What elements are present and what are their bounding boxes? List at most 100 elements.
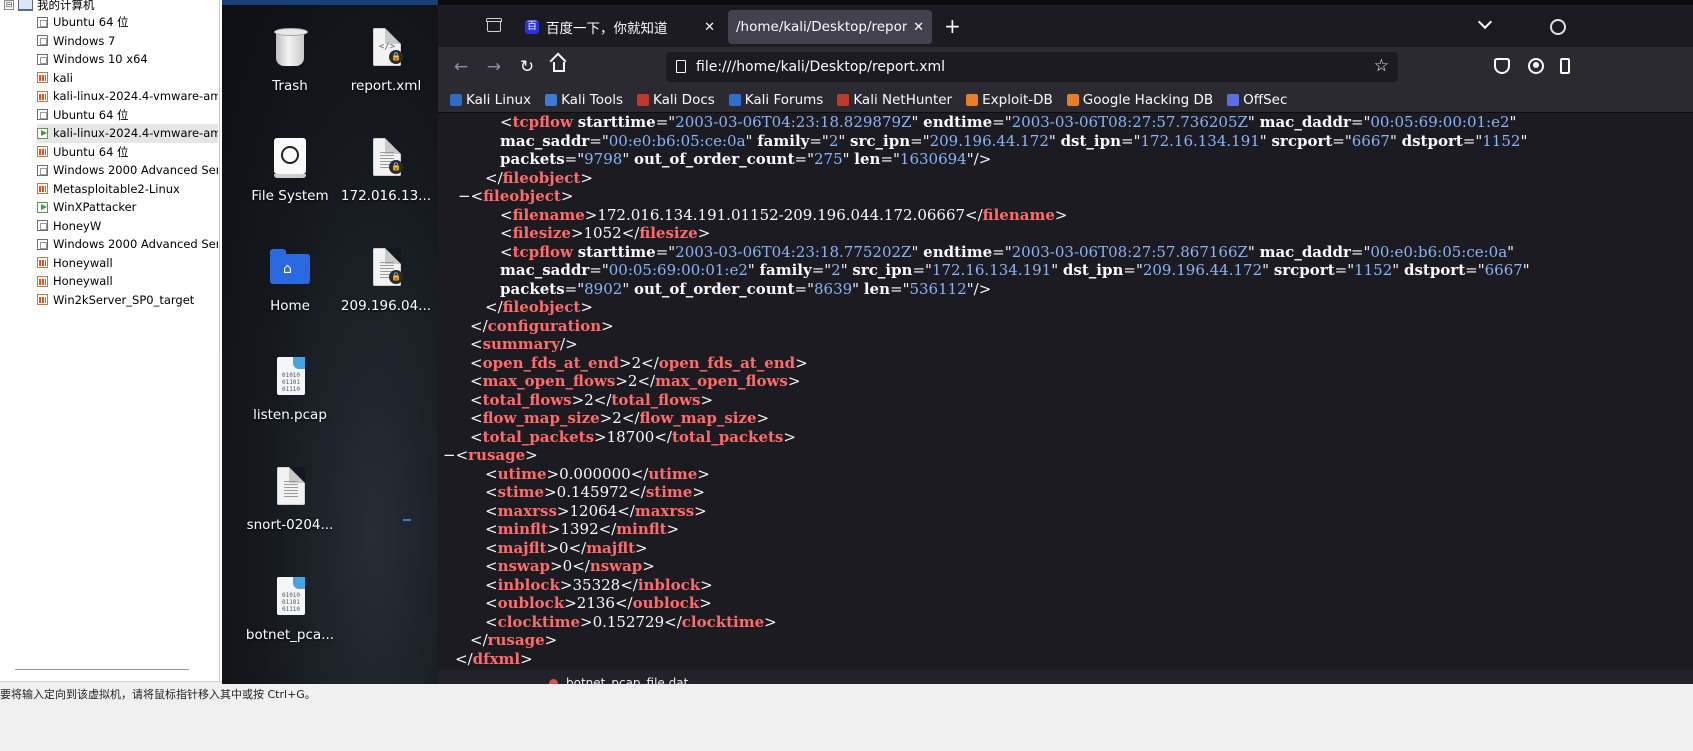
xml-attr-value: 2003-03-06T04:23:18.829879Z bbox=[675, 113, 912, 131]
xml-punctuation: =" bbox=[1123, 261, 1143, 279]
xml-line: <utime>0.000000</utime> bbox=[438, 465, 1693, 484]
page-icon bbox=[676, 60, 686, 73]
xml-punctuation: " bbox=[911, 113, 924, 131]
xml-punctuation: " bbox=[747, 261, 760, 279]
bookmark-item[interactable]: Kali Linux bbox=[450, 92, 531, 108]
horizontal-scrollbar[interactable] bbox=[15, 669, 189, 670]
xml-punctuation: =" bbox=[589, 261, 609, 279]
firefox-view-icon[interactable] bbox=[486, 18, 502, 32]
desktop-icon-snort-log[interactable]: snort-0204... bbox=[242, 465, 338, 533]
vm-list-item[interactable]: HoneyW bbox=[37, 217, 218, 236]
vm-list-item[interactable]: Metasploitable2-Linux bbox=[37, 180, 218, 199]
taskbar-peek: botnet_pcap_file.dat bbox=[549, 676, 688, 684]
xml-attr-value: 172.16.134.191 bbox=[931, 261, 1052, 279]
xml-punctuation: </ bbox=[485, 168, 503, 187]
vm-list-item[interactable]: Windows 2000 Advanced Serv bbox=[37, 161, 218, 180]
vm-list-item[interactable]: kali-linux-2024.4-vmware-amd bbox=[37, 87, 218, 106]
bookmark-star-icon[interactable]: ☆ bbox=[1374, 56, 1389, 76]
xml-punctuation: > bbox=[547, 520, 561, 538]
xml-tag-name: nswap bbox=[497, 557, 551, 575]
xml-punctuation: > bbox=[697, 464, 710, 483]
xml-tag-name: nswap bbox=[589, 557, 643, 575]
desktop-icon-listen-pcap[interactable]: 01010 01101 01110 listen.pcap bbox=[242, 355, 338, 423]
xml-punctuation: =" bbox=[1462, 131, 1483, 150]
vm-icon bbox=[37, 16, 48, 28]
list-all-tabs-chevron-icon[interactable] bbox=[1477, 14, 1493, 30]
url-text[interactable]: file:///home/kali/Desktop/report.xml bbox=[696, 59, 945, 75]
xml-punctuation: =" bbox=[1121, 131, 1141, 150]
xml-attr-name: len bbox=[854, 150, 881, 168]
desktop-icon-flow-file-2[interactable]: 🔒 209.196.04... bbox=[338, 246, 434, 314]
xml-text: 0.000000 bbox=[559, 464, 631, 483]
xml-text: 2 bbox=[631, 353, 642, 372]
vm-list-item[interactable]: Ubuntu 64 位 bbox=[37, 13, 218, 32]
close-tab-icon[interactable]: ✕ bbox=[704, 20, 715, 35]
xml-punctuation: =" bbox=[992, 113, 1012, 131]
reload-button[interactable]: ↻ bbox=[514, 55, 540, 79]
desktop-icon-trash[interactable]: Trash bbox=[242, 26, 338, 94]
running-vm-icon bbox=[37, 127, 48, 139]
library-root[interactable]: ⊟ 我的计算机 bbox=[4, 0, 95, 13]
vm-list-item[interactable]: kali-linux-2024.4-vmware-amd bbox=[37, 124, 218, 143]
vm-list-item[interactable]: Ubuntu 64 位 bbox=[37, 143, 218, 162]
collapse-node-icon[interactable]: − bbox=[458, 187, 471, 205]
collapse-toggle-icon[interactable]: ⊟ bbox=[4, 0, 14, 10]
home-button[interactable] bbox=[547, 55, 573, 79]
window-control-icon[interactable] bbox=[1550, 19, 1566, 35]
account-icon[interactable] bbox=[1528, 58, 1544, 74]
bookmark-item[interactable]: Exploit-DB bbox=[966, 92, 1053, 108]
vm-list-item[interactable]: Honeywall bbox=[37, 272, 218, 291]
bookmark-item[interactable]: Google Hacking DB bbox=[1066, 92, 1213, 108]
tab-report-xml[interactable]: /home/kali/Desktop/report.xml ✕ bbox=[728, 10, 932, 44]
vm-list-item[interactable]: Windows 2000 Advanced Serv bbox=[37, 235, 218, 254]
xml-punctuation: > bbox=[666, 520, 680, 538]
desktop-icon-home[interactable]: ⌂ Home bbox=[242, 246, 338, 314]
forward-button[interactable]: → bbox=[481, 55, 507, 79]
xml-line: <maxrss>12064</maxrss> bbox=[438, 502, 1693, 521]
xml-punctuation: > bbox=[697, 224, 711, 242]
vm-list-item[interactable]: kali bbox=[37, 69, 218, 88]
vm-list-item[interactable]: Ubuntu 64 位 bbox=[37, 106, 218, 125]
xml-punctuation: < bbox=[500, 224, 513, 242]
pocket-icon[interactable] bbox=[1494, 58, 1510, 74]
vm-list-item[interactable]: Win2kServer_SP0_target bbox=[37, 291, 218, 310]
address-bar[interactable]: file:///home/kali/Desktop/report.xml ☆ bbox=[666, 52, 1398, 82]
desktop-icon-botnet-pcap[interactable]: 01010 01101 01110 botnet_pca... bbox=[242, 575, 338, 643]
vm-list-item[interactable]: Honeywall bbox=[37, 254, 218, 273]
bookmark-item[interactable]: Kali NetHunter bbox=[837, 92, 952, 108]
xml-punctuation: "/> bbox=[966, 279, 992, 298]
xml-punctuation: =" bbox=[880, 150, 900, 168]
xml-tag-name: fileobject bbox=[502, 298, 581, 316]
xml-line: <summary/> bbox=[438, 335, 1693, 354]
close-tab-icon[interactable]: ✕ bbox=[913, 20, 924, 35]
xml-attr-name: srcport bbox=[1271, 131, 1333, 150]
extensions-icon[interactable] bbox=[1560, 58, 1570, 74]
xml-punctuation: < bbox=[470, 390, 483, 409]
desktop-icon-report-xml[interactable]: </> 🔒 report.xml bbox=[338, 26, 434, 94]
tab-baidu[interactable]: 百 百度一下，你就知道 ✕ bbox=[517, 10, 723, 44]
xml-punctuation: > bbox=[580, 168, 593, 187]
xml-tag-name: dfxml bbox=[472, 649, 521, 668]
xml-punctuation: > bbox=[783, 427, 796, 446]
back-button[interactable]: ← bbox=[448, 55, 474, 79]
desktop-icon-label: Trash bbox=[272, 78, 308, 94]
navigation-toolbar: ← → ↻ file:///home/kali/Desktop/report.x… bbox=[438, 47, 1693, 87]
vm-list-item[interactable]: WinXPattacker bbox=[37, 198, 218, 217]
linux-vm-icon bbox=[37, 257, 48, 269]
bookmark-item[interactable]: Kali Forums bbox=[728, 92, 823, 108]
xml-punctuation: " bbox=[852, 279, 864, 298]
vm-label: Honeywall bbox=[53, 274, 113, 289]
collapse-node-icon[interactable]: − bbox=[443, 446, 456, 464]
bookmark-item[interactable]: OffSec bbox=[1227, 92, 1287, 108]
bookmark-item[interactable]: Kali Tools bbox=[545, 92, 623, 108]
desktop-icon-file-system[interactable]: File System bbox=[242, 136, 338, 204]
xml-punctuation: < bbox=[470, 427, 483, 446]
vm-list-item[interactable]: Windows 7 bbox=[37, 32, 218, 51]
bookmark-item[interactable]: Kali Docs bbox=[637, 92, 715, 108]
kali-docs-icon bbox=[637, 93, 649, 106]
bookmark-label: Exploit-DB bbox=[982, 91, 1053, 108]
new-tab-button[interactable]: + bbox=[944, 15, 961, 37]
desktop-icon-flow-file-1[interactable]: 🔒 172.016.13... bbox=[338, 136, 434, 204]
xml-tag-name: open_fds_at_end bbox=[658, 353, 796, 372]
vm-list-item[interactable]: Windows 10 x64 bbox=[37, 50, 218, 69]
